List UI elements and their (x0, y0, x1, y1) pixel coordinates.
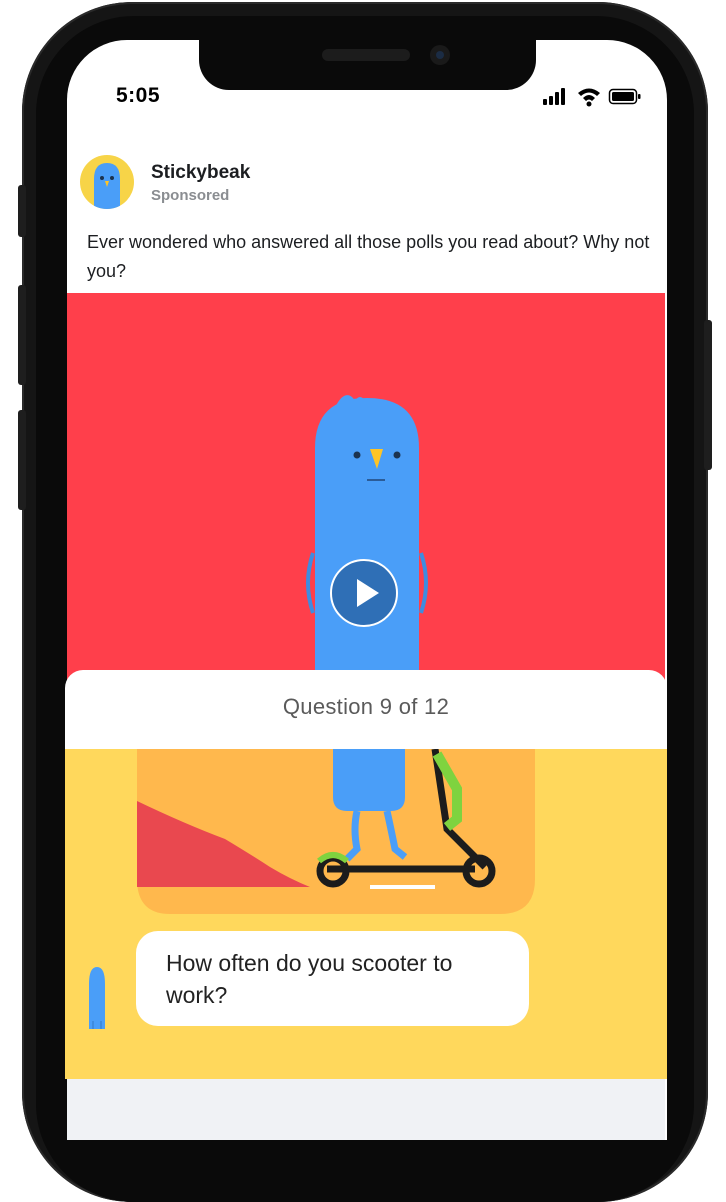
battery-icon (608, 88, 641, 105)
front-camera (430, 45, 450, 65)
volume-up-button (18, 285, 26, 385)
status-icons (543, 86, 643, 108)
wifi-icon (578, 88, 600, 107)
volume-down-button (18, 410, 26, 510)
sponsored-label: Sponsored (151, 187, 230, 204)
cellular-signal-icon (543, 88, 565, 105)
question-progress-bar: Question 9 of 12 (65, 670, 667, 749)
scooter-illustration (89, 749, 535, 1029)
video-thumbnail[interactable] (67, 293, 665, 713)
question-text: How often do you scooter to work? (166, 950, 453, 1008)
silent-switch (18, 185, 26, 237)
bird-mascot-icon (94, 163, 120, 209)
question-counter: Question 9 of 12 (282, 694, 450, 719)
brand-name[interactable]: Stickybeak (151, 162, 250, 184)
question-bubble: How often do you scooter to work? (136, 931, 529, 1026)
bird-character-illustration (306, 395, 428, 713)
notch (199, 40, 536, 90)
speaker-grille (322, 49, 410, 61)
power-button (704, 320, 712, 470)
post-caption: Ever wondered who answered all those pol… (87, 232, 650, 281)
quiz-card (65, 749, 667, 1079)
play-button[interactable] (330, 559, 398, 627)
status-time: 5:05 (116, 84, 161, 107)
brand-avatar[interactable] (80, 155, 134, 209)
